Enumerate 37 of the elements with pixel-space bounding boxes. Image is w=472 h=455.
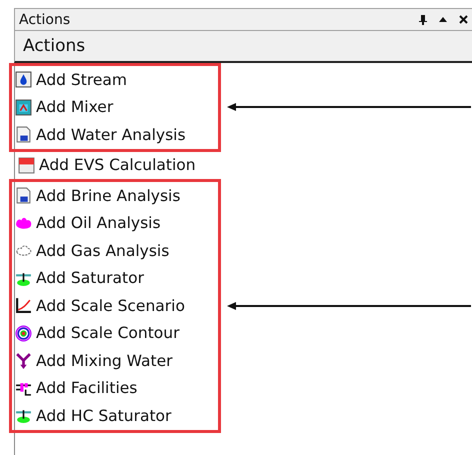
item-label: Add Stream	[36, 70, 128, 89]
action-item[interactable]: Add Scale Scenario	[15, 292, 218, 320]
action-item[interactable]: Add Facilities	[15, 374, 218, 402]
item-label: Add EVS Calculation	[39, 156, 196, 174]
section-title: Actions	[23, 36, 86, 56]
target-icon	[15, 324, 32, 342]
action-item[interactable]: Add Stream	[15, 66, 218, 94]
fork-icon	[15, 352, 32, 370]
item-label: Add Mixing Water	[36, 352, 173, 370]
item-label: Add Mixer	[36, 98, 114, 116]
action-item[interactable]: Add Gas Analysis	[15, 237, 218, 264]
item-label: Add Saturator	[36, 269, 144, 288]
item-label: Add Gas Analysis	[36, 242, 170, 260]
action-item[interactable]: Add Oil Analysis	[15, 210, 218, 237]
action-item[interactable]: Add Scale Contour	[15, 320, 218, 347]
item-label: Add Water Analysis	[36, 126, 186, 144]
action-item[interactable]: Add Water Analysis	[15, 121, 218, 148]
item-label: Add Oil Analysis	[36, 214, 161, 232]
action-item[interactable]: Add Mixer	[15, 94, 218, 121]
action-item[interactable]: Add Mixing Water	[15, 347, 218, 374]
action-item[interactable]: Add Saturator	[15, 264, 218, 292]
chart-icon	[15, 297, 32, 314]
action-item[interactable]: Add EVS Calculation	[18, 152, 219, 179]
item-label: Add HC Saturator	[36, 406, 172, 425]
window-title: Actions	[19, 12, 72, 28]
pin-icon[interactable]	[419, 14, 427, 24]
drop-icon	[15, 71, 32, 88]
item-label: Add Facilities	[36, 379, 138, 398]
action-item[interactable]: Add Brine Analysis	[15, 182, 218, 210]
action-item[interactable]: Add HC Saturator	[15, 402, 218, 430]
mixer-icon	[15, 98, 32, 116]
caret-icon[interactable]	[439, 17, 447, 22]
item-label: Add Brine Analysis	[36, 186, 180, 205]
close-icon[interactable]	[459, 15, 468, 24]
saturator-icon	[15, 407, 32, 424]
item-label: Add Scale Contour	[36, 324, 180, 342]
item-label: Add Scale Scenario	[36, 296, 185, 315]
